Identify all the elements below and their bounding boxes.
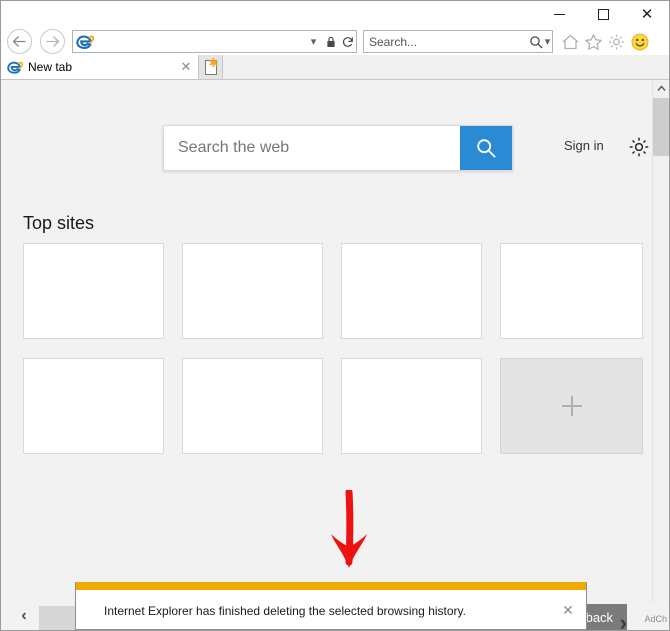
home-svg: [562, 34, 579, 49]
tab-title: New tab: [28, 60, 73, 74]
back-arrow-svg: [12, 36, 25, 47]
new-tab-button[interactable]: ✱: [199, 55, 223, 79]
red-arrow-svg: [331, 488, 367, 568]
page-settings-gear-icon[interactable]: [627, 135, 651, 159]
top-sites-grid: [23, 243, 643, 454]
scroll-up-button[interactable]: [653, 80, 669, 97]
adchoices-label[interactable]: AdCh: [644, 614, 667, 624]
tab-ie-logo-svg: [7, 61, 23, 74]
red-arrow-annotation-icon: [321, 488, 377, 574]
ie-logo-svg: [76, 35, 94, 49]
top-site-tile[interactable]: [23, 243, 164, 339]
chevron-up-icon: [657, 85, 666, 91]
notification-close-icon[interactable]: ✕: [558, 600, 578, 620]
title-bar: ✕: [1, 1, 669, 27]
forward-button[interactable]: [37, 29, 67, 55]
tab-new-tab[interactable]: New tab ✕: [1, 55, 199, 79]
top-site-tile[interactable]: [341, 243, 482, 339]
url-input[interactable]: [96, 32, 305, 51]
close-icon: ✕: [640, 5, 654, 23]
new-tab-page-icon: ✱: [204, 55, 219, 75]
lock-icon: [322, 31, 339, 52]
previous-arrow-icon[interactable]: ‹: [9, 604, 39, 628]
vertical-scrollbar[interactable]: [652, 80, 669, 630]
forward-arrow-icon: [39, 29, 65, 54]
top-site-tile[interactable]: [182, 358, 323, 454]
maximize-button[interactable]: [581, 1, 625, 27]
page-viewport: Sign in Top sites: [1, 80, 669, 630]
smiley-svg: [631, 33, 648, 50]
back-arrow-icon: [6, 29, 32, 54]
minimize-icon: [553, 13, 565, 15]
lock-svg: [326, 36, 335, 47]
page-title: Top sites: [23, 213, 95, 233]
sign-in-link[interactable]: Sign in: [564, 138, 604, 153]
favorites-star-icon[interactable]: [582, 30, 605, 53]
page-gear-svg: [629, 137, 649, 157]
close-button[interactable]: ✕: [625, 1, 669, 27]
top-site-tile[interactable]: [182, 243, 323, 339]
window-controls: ✕: [537, 1, 669, 27]
toolbar-search-box[interactable]: ▾: [363, 30, 553, 53]
web-search-input[interactable]: [164, 126, 460, 170]
refresh-svg: [342, 36, 353, 47]
home-icon[interactable]: [559, 30, 582, 53]
refresh-icon[interactable]: [339, 31, 356, 52]
gear-svg: [609, 34, 624, 49]
scrollbar-thumb[interactable]: [653, 98, 669, 156]
maximize-icon: [597, 8, 609, 20]
search-provider-dropdown-icon[interactable]: ▾: [543, 31, 552, 52]
address-bar[interactable]: ▾: [72, 30, 357, 53]
search-magnifier-icon: [477, 139, 496, 158]
back-button[interactable]: [4, 29, 34, 55]
tools-gear-icon[interactable]: [605, 30, 628, 53]
toolbar-search-input[interactable]: [364, 32, 529, 51]
notification-accent-bar: [76, 582, 586, 590]
toolbar-icons: [559, 30, 651, 53]
address-dropdown-icon[interactable]: ▾: [305, 31, 322, 52]
top-site-tile[interactable]: [500, 243, 643, 339]
tab-strip: New tab ✕ ✱: [1, 55, 669, 80]
top-site-tile[interactable]: [341, 358, 482, 454]
minimize-button[interactable]: [537, 1, 581, 27]
add-site-tile[interactable]: [500, 358, 643, 454]
web-search-box[interactable]: [163, 125, 513, 171]
search-hero: Sign in: [1, 125, 652, 171]
forward-arrow-svg: [46, 36, 59, 47]
internet-explorer-icon: [74, 31, 96, 52]
feedback-chevron-icon[interactable]: ›: [620, 612, 627, 631]
tab-strip-empty-area: [223, 55, 669, 79]
tab-favicon-internet-explorer-icon: [7, 59, 23, 75]
new-tab-page: Sign in Top sites: [1, 80, 652, 630]
magnifier-svg: [530, 35, 543, 48]
top-site-tile[interactable]: [23, 358, 164, 454]
browser-window: ✕ ▾ Search... ▾ New tab ✕ ✱ Search the w…: [0, 0, 670, 631]
navigation-toolbar: ▾ ▾: [1, 27, 669, 56]
plus-icon: [561, 396, 582, 416]
search-icon[interactable]: [529, 31, 543, 52]
notification-message: Internet Explorer has finished deleting …: [104, 604, 466, 618]
feedback-smiley-icon[interactable]: [628, 30, 651, 53]
web-search-button[interactable]: [460, 126, 512, 170]
notification-bar: Internet Explorer has finished deleting …: [75, 582, 587, 630]
tab-close-icon[interactable]: ✕: [178, 59, 194, 75]
star-svg: [585, 33, 602, 50]
new-tab-sparkle-icon: ✱: [208, 55, 219, 70]
